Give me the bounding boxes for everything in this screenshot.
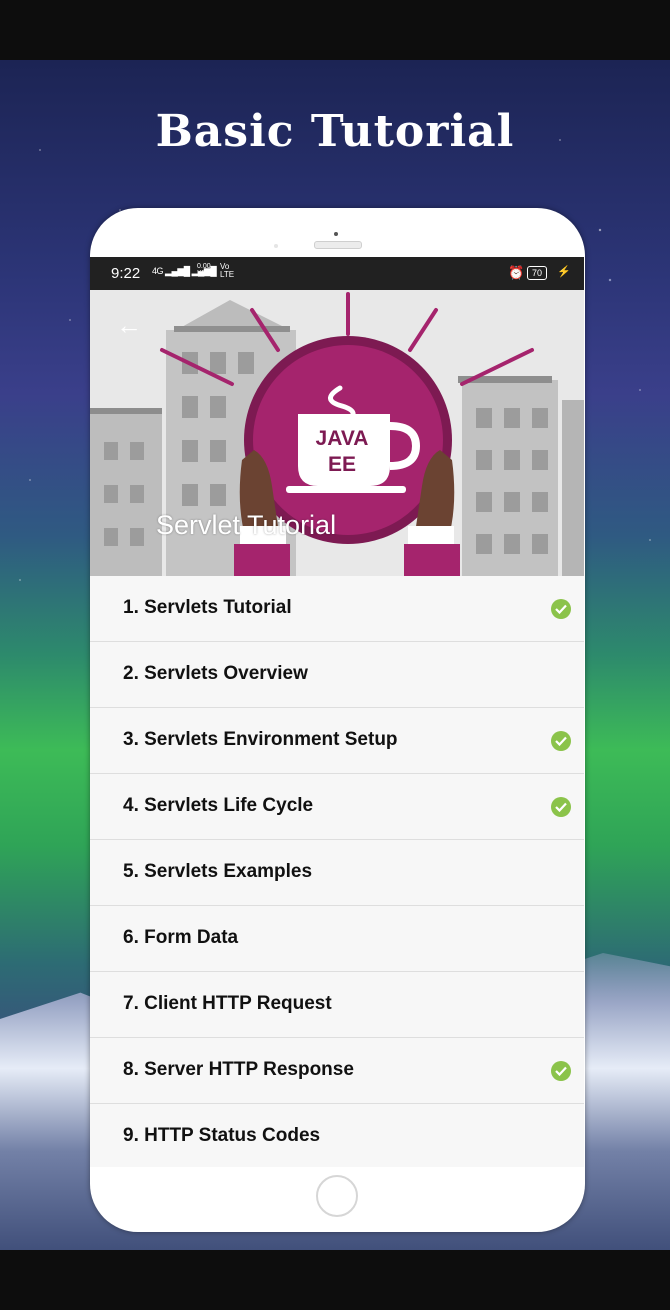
logo-text-java: JAVA — [316, 427, 369, 450]
alarm-icon: ⏰ — [508, 265, 525, 280]
list-item[interactable]: 8. Server HTTP Response — [90, 1038, 584, 1104]
lesson-label: 7. Client HTTP Request — [123, 993, 332, 1014]
page-title: Servlet Tutorial — [156, 510, 337, 540]
lesson-label: 9. HTTP Status Codes — [123, 1125, 321, 1146]
lesson-label: 2. Servlets Overview — [123, 663, 308, 684]
list-item[interactable]: 4. Servlets Life Cycle — [90, 774, 584, 840]
list-item[interactable]: 3. Servlets Environment Setup — [90, 708, 584, 774]
lesson-label: 1. Servlets Tutorial — [123, 597, 292, 618]
logo-text-ee: EE — [328, 453, 356, 476]
lesson-label: 6. Form Data — [123, 927, 239, 948]
network-speed: 0.00 KB/S — [197, 263, 213, 277]
back-arrow-icon[interactable]: ← — [116, 312, 142, 338]
lesson-label: 5. Servlets Examples — [123, 861, 313, 882]
status-time: 9:22 — [111, 265, 141, 282]
list-item[interactable]: 2. Servlets Overview — [90, 642, 584, 708]
list-item[interactable]: 1. Servlets Tutorial — [90, 576, 584, 642]
lesson-list: 1. Servlets Tutorial 2. Servlets Overvie… — [90, 576, 584, 1167]
phone-frame: 9:22 4G ▂▄▆█ ▂▄▆█ 0.00 KB/S Vo LTE ⏰ 70 ⚡ — [90, 208, 585, 1232]
check-icon — [551, 797, 571, 817]
lesson-label: 8. Server HTTP Response — [123, 1059, 354, 1080]
list-item[interactable]: 7. Client HTTP Request — [90, 972, 584, 1038]
promo-headline: Basic Tutorial — [155, 106, 515, 157]
lesson-label: 4. Servlets Life Cycle — [123, 795, 314, 816]
list-item[interactable]: 9. HTTP Status Codes — [90, 1104, 584, 1167]
front-camera — [334, 232, 338, 236]
volte-icon: Vo LTE — [220, 262, 235, 279]
bottom-black-bar — [0, 1250, 670, 1310]
list-item[interactable]: 6. Form Data — [90, 906, 584, 972]
check-icon — [551, 599, 571, 619]
status-bar: 9:22 4G ▂▄▆█ ▂▄▆█ 0.00 KB/S Vo LTE ⏰ 70 ⚡ — [90, 257, 584, 290]
charging-icon: ⚡ — [557, 266, 571, 278]
top-black-bar — [0, 0, 670, 60]
check-icon — [551, 1061, 571, 1081]
lesson-label: 3. Servlets Environment Setup — [123, 729, 398, 750]
battery-icon: 70 — [527, 266, 548, 280]
app-screen: 9:22 4G ▂▄▆█ ▂▄▆█ 0.00 KB/S Vo LTE ⏰ 70 ⚡ — [90, 257, 584, 1167]
earpiece-speaker — [314, 241, 362, 249]
hero-banner: JAVA EE ← Servlet Tutorial — [90, 290, 584, 576]
list-item[interactable]: 5. Servlets Examples — [90, 840, 584, 906]
proximity-sensor — [274, 244, 278, 248]
check-icon — [551, 731, 571, 751]
home-button[interactable] — [316, 1175, 358, 1217]
